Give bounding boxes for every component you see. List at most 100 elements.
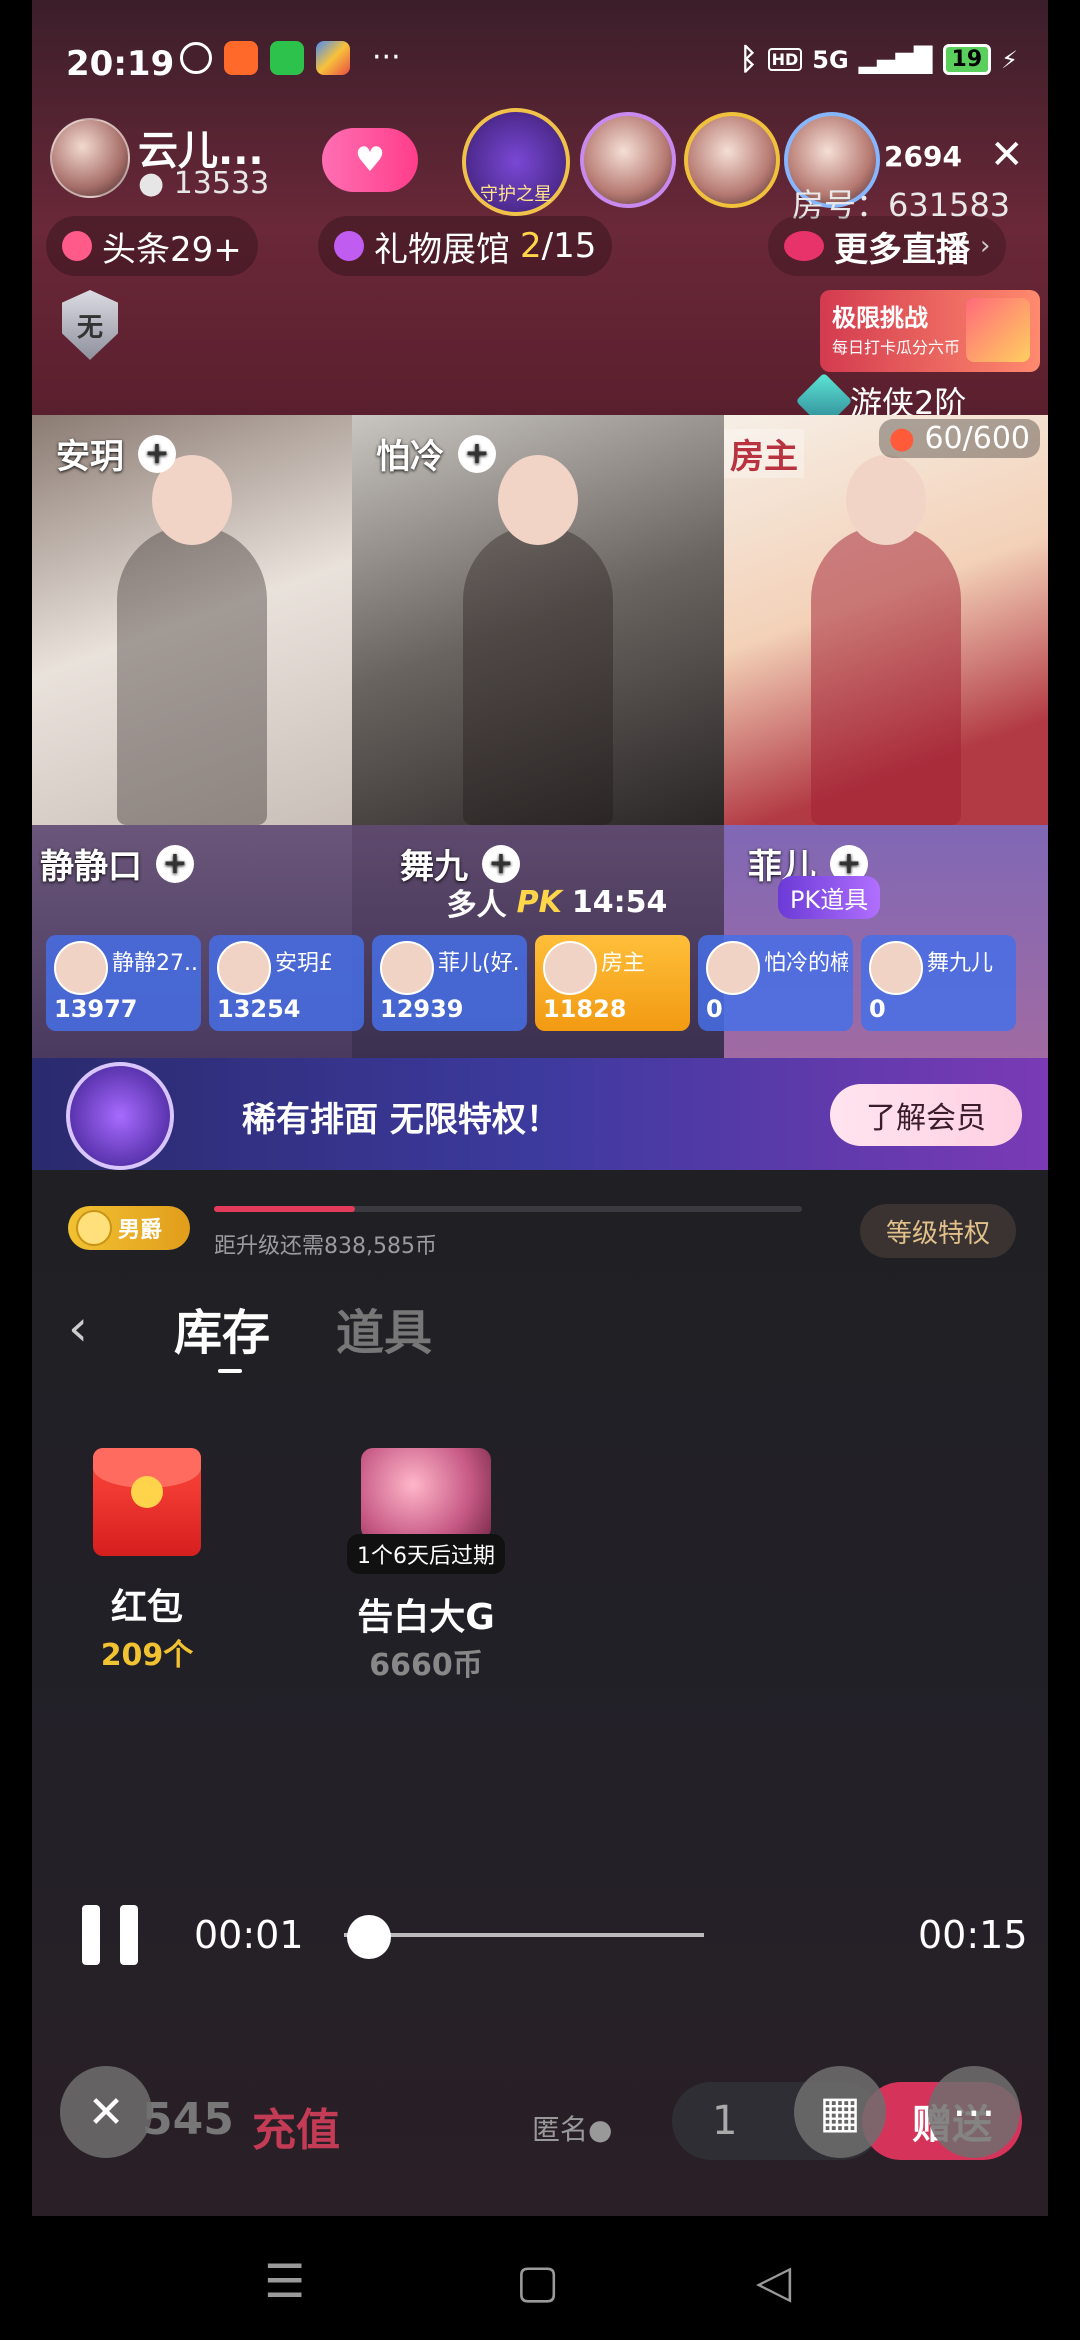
follow-button[interactable]: ♥ [322, 128, 418, 192]
heart-plus-icon: ♥ [354, 140, 386, 180]
seat-name: 安玥 + [56, 429, 176, 478]
seek-bar[interactable] [344, 1933, 704, 1937]
more-options-button[interactable]: ⋯ [928, 2066, 1020, 2158]
menu-nav-icon[interactable]: ☰ [264, 2254, 305, 2308]
pk-scoreboard: 静静27... 13977 安玥£ 13254 菲儿(好... 12939 房主 118… [46, 935, 1046, 1031]
seat-name: 怕冷 + [376, 429, 496, 478]
top-viewer-avatar-1[interactable] [580, 112, 676, 208]
seat-2[interactable]: 怕冷 + [352, 415, 724, 825]
gift-gallery-chip[interactable]: 礼物展馆 2/15 [318, 216, 613, 276]
gift-gallery-label: 礼物展馆 [374, 229, 510, 270]
inventory-item-confession-g[interactable]: 1个6天后过期 告白大G 6660币 [326, 1448, 526, 1684]
anonymous-radio-icon: ● [588, 2113, 613, 2146]
score-name: 菲儿(好... [438, 951, 522, 976]
challenge-title: 极限挑战 [832, 304, 928, 332]
item-count: 209个 [100, 1638, 194, 1673]
back-chevron-icon[interactable]: ‹ [68, 1299, 108, 1357]
top-viewer-avatar-2[interactable] [684, 112, 780, 208]
viewer-count[interactable]: 2694 [884, 140, 962, 173]
multi-seat-grid: 安玥 + 怕冷 + 房主 ● 60/600 静静口 + 舞九 + 菲儿 + [32, 415, 1048, 1170]
level-privileges-button[interactable]: 等级特权 [860, 1204, 1016, 1258]
pause-icon[interactable] [82, 1905, 138, 1965]
gift-gallery-total: /15 [541, 226, 597, 266]
grid-menu-button[interactable]: ▦ [794, 2066, 886, 2158]
pause-bar-left [82, 1905, 100, 1965]
gift-box-icon [966, 298, 1030, 362]
confession-gift-icon [361, 1448, 491, 1540]
item-name: 红包 [110, 1587, 183, 1628]
host-fans-count: ● 13533 [138, 166, 270, 201]
pk-score-card[interactable]: 房主 11828 [535, 935, 690, 1031]
status-bar: 20:19 ··· ᛒ HD 5G ▂▄▆█ 19 ⚡ [32, 40, 1048, 90]
host-avatar[interactable] [50, 118, 130, 198]
streamer-figure [117, 455, 267, 825]
level-badge-label: 男爵 [118, 1218, 163, 1243]
rank-shield-icon[interactable]: 无 [62, 290, 118, 360]
host-profile[interactable]: 云儿... ● 13533 [50, 118, 286, 202]
pk-score-card[interactable]: 静静27... 13977 [46, 935, 201, 1031]
anonymous-toggle[interactable]: 匿名● [532, 2108, 612, 2148]
pk-prefix: 多人 [446, 888, 507, 923]
score-name: 怕冷的楠 [764, 951, 848, 976]
hd-badge: HD [767, 48, 803, 71]
score-value: 13254 [217, 995, 301, 1023]
score-value: 0 [869, 995, 886, 1023]
limit-challenge-banner[interactable]: 极限挑战 每日打卡瓜分六币 [820, 290, 1040, 372]
status-app-icons: ··· [180, 40, 401, 75]
status-right: ᛒ HD 5G ▂▄▆█ 19 ⚡ [740, 42, 1018, 77]
rank-shield-text: 无 [76, 312, 103, 343]
seat-name-text: 静静口 [40, 847, 142, 887]
level-progress-label: 距升级还需838,585币 [214, 1234, 437, 1259]
back-nav-icon[interactable]: ◁ [756, 2254, 791, 2308]
score-value: 0 [706, 995, 723, 1023]
seat-3-owner[interactable]: 房主 ● 60/600 [724, 415, 1048, 825]
chevron-right-icon: › [980, 231, 991, 261]
follow-plus-icon[interactable]: + [138, 434, 176, 473]
vip-promo-banner: 稀有排面 无限特权！ 了解会员 [32, 1058, 1048, 1170]
red-packet-icon [93, 1448, 201, 1556]
gift-gallery-count: 2 [520, 226, 542, 266]
score-avatar [706, 941, 760, 995]
home-nav-icon[interactable]: ▢ [516, 2254, 559, 2308]
seat-name: 静静口 + [40, 839, 194, 888]
more-live-chip[interactable]: 更多直播 › [768, 216, 1007, 276]
live-room-app: 20:19 ··· ᛒ HD 5G ▂▄▆█ 19 ⚡ 云儿... ● 1353… [32, 0, 1048, 2216]
owner-tag: 房主 [724, 429, 804, 478]
pk-score-card[interactable]: 舞九儿 0 [861, 935, 1016, 1031]
quantity-value: 1 [712, 2098, 738, 2144]
guardian-star-badge[interactable]: 守护之星 [462, 108, 570, 216]
pk-prop-button[interactable]: PK道具 [778, 876, 881, 919]
level-badge[interactable]: 男爵 [68, 1206, 190, 1250]
more-live-label: 更多直播 [834, 229, 970, 270]
ranger-progress-text: 60/600 [924, 421, 1030, 456]
red-packet-seal [131, 1476, 163, 1508]
pk-score-card[interactable]: 安玥£ 13254 [209, 935, 364, 1031]
level-progress-bar [214, 1206, 802, 1212]
score-value: 11828 [543, 995, 627, 1023]
seek-handle[interactable] [347, 1915, 392, 1959]
close-overlay-button[interactable]: ✕ [60, 2066, 152, 2158]
streamer-figure [463, 455, 613, 825]
pk-score-card[interactable]: 怕冷的楠 0 [698, 935, 853, 1031]
signal-5g-label: 5G [812, 45, 849, 74]
streamer-head [846, 455, 926, 545]
score-avatar [54, 941, 108, 995]
score-name: 安玥£ [275, 951, 333, 976]
charging-icon: ⚡ [1001, 45, 1018, 74]
inventory-item-red-packet[interactable]: 红包 209个 [82, 1448, 212, 1674]
follow-plus-icon[interactable]: + [156, 844, 194, 883]
tab-inventory[interactable]: 库存 [174, 1293, 270, 1373]
tab-props[interactable]: 道具 [336, 1293, 432, 1363]
follow-plus-icon[interactable]: + [458, 434, 496, 473]
headline-chip[interactable]: 头条29+ [46, 216, 258, 276]
coin-balance: 545 [142, 2094, 234, 2145]
vip-emblem-icon [66, 1062, 174, 1170]
close-room-icon[interactable]: ✕ [990, 132, 1024, 178]
seat-1[interactable]: 安玥 + [32, 415, 352, 825]
score-avatar [217, 941, 271, 995]
score-name: 房主 [601, 951, 646, 976]
pk-score-card[interactable]: 菲儿(好... 12939 [372, 935, 527, 1031]
headline-icon [62, 231, 92, 261]
learn-membership-button[interactable]: 了解会员 [830, 1084, 1022, 1146]
recharge-button[interactable]: 充值 [252, 2094, 340, 2158]
